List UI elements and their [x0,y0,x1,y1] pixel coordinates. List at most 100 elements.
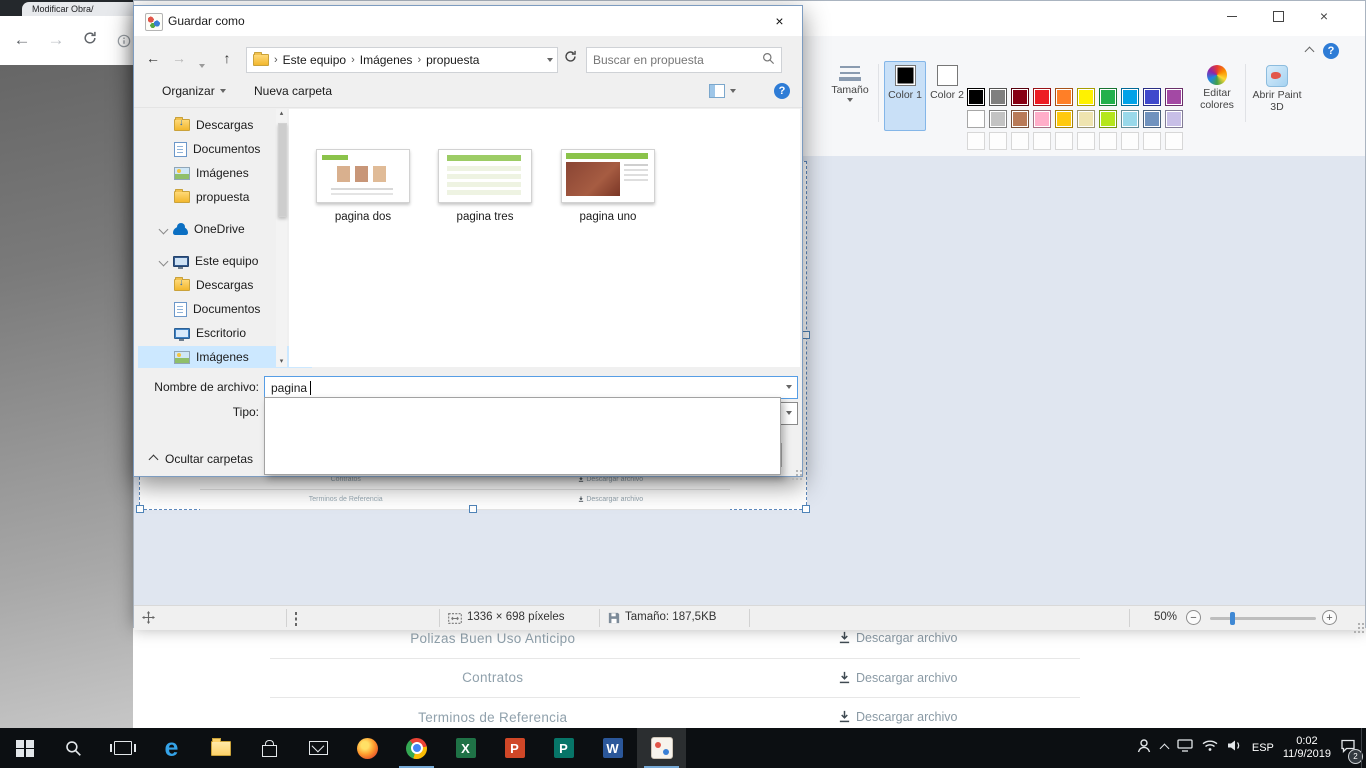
taskbar-paint-button[interactable] [637,728,686,768]
filename-dropdown-icon[interactable] [786,385,792,389]
breadcrumb-item[interactable]: Imágenes [360,53,413,67]
taskbar-chrome-button[interactable] [392,728,441,768]
palette-color-swatch[interactable] [1143,88,1161,106]
wifi-icon[interactable] [1202,739,1218,757]
browser-reload-icon[interactable] [78,28,102,52]
hide-folders-button[interactable]: Ocultar carpetas [150,452,253,466]
taskbar-file-explorer-button[interactable] [196,728,245,768]
nav-history-icon[interactable] [191,55,213,71]
file-item-pagina-tres[interactable]: pagina tres [430,149,540,223]
minimize-button[interactable] [1209,1,1255,31]
search-icon[interactable] [762,52,775,68]
palette-empty-slot[interactable] [1033,132,1051,150]
palette-color-swatch[interactable] [989,110,1007,128]
collapse-ribbon-icon[interactable] [1305,46,1315,56]
palette-color-swatch[interactable] [1077,88,1095,106]
taskbar-word-button[interactable]: W [588,728,637,768]
breadcrumb-item[interactable]: Este equipo [283,53,346,67]
palette-color-swatch[interactable] [1077,110,1095,128]
taskbar-edge-button[interactable]: e [147,728,196,768]
new-folder-button[interactable]: Nueva carpeta [254,84,332,98]
scrollbar-thumb[interactable] [278,123,287,217]
zoom-slider-thumb[interactable] [1230,612,1235,625]
download-link[interactable]: Descargar archivo [716,710,1081,724]
palette-color-swatch[interactable] [1011,110,1029,128]
palette-empty-slot[interactable] [1011,132,1029,150]
taskbar-mail-button[interactable] [294,728,343,768]
palette-empty-slot[interactable] [967,132,985,150]
sidebar-scrollbar[interactable]: ▴ ▾ [276,109,287,367]
palette-empty-slot[interactable] [1077,132,1095,150]
zoom-out-button[interactable]: − [1186,610,1201,625]
expand-icon[interactable] [159,256,169,266]
people-icon[interactable] [1136,738,1152,759]
nav-up-icon[interactable]: ↑ [216,50,238,66]
resize-handle[interactable] [802,505,810,513]
address-dropdown-icon[interactable] [547,58,553,62]
dialog-help-icon[interactable]: ? [774,83,790,99]
organize-button[interactable]: Organizar [162,84,226,98]
palette-color-swatch[interactable] [1165,110,1183,128]
palette-color-swatch[interactable] [1033,110,1051,128]
resize-handle[interactable] [136,505,144,513]
search-input[interactable]: Buscar en propuesta [586,47,782,73]
palette-color-swatch[interactable] [1121,110,1139,128]
taskbar-search-button[interactable] [49,728,98,768]
browser-back-icon[interactable]: ← [10,28,34,52]
hidden-icons-chevron[interactable] [1159,743,1169,753]
dialog-close-button[interactable]: × [757,6,802,36]
close-button[interactable]: × [1301,1,1347,31]
filetype-dropdown-icon[interactable] [786,411,792,415]
palette-color-swatch[interactable] [1121,88,1139,106]
zoom-in-button[interactable]: + [1322,610,1337,625]
taskbar-publisher-button[interactable]: P [539,728,588,768]
file-item-pagina-dos[interactable]: pagina dos [308,149,418,223]
file-item-pagina-uno[interactable]: pagina uno [553,149,663,223]
edit-colors-button[interactable]: Editar colores [1191,61,1243,131]
refresh-icon[interactable] [564,50,577,66]
download-link[interactable]: Descargar archivo [716,671,1081,685]
palette-color-swatch[interactable] [989,88,1007,106]
palette-color-swatch[interactable] [967,110,985,128]
palette-color-swatch[interactable] [1033,88,1051,106]
scroll-up-icon[interactable]: ▴ [276,109,287,119]
palette-empty-slot[interactable] [1121,132,1139,150]
nav-back-icon[interactable]: ← [142,50,164,66]
expand-icon[interactable] [159,224,169,234]
palette-color-swatch[interactable] [1165,88,1183,106]
nav-forward-icon[interactable]: → [168,50,190,66]
scroll-down-icon[interactable]: ▾ [276,357,287,367]
volume-icon[interactable] [1227,739,1243,757]
language-indicator[interactable]: ESP [1252,742,1274,754]
filetype-dropdown-list[interactable] [264,397,781,475]
taskbar-powerpoint-button[interactable]: P [490,728,539,768]
palette-empty-slot[interactable] [1099,132,1117,150]
maximize-button[interactable] [1255,1,1301,31]
palette-color-swatch[interactable] [1143,110,1161,128]
network-icon[interactable] [1177,739,1193,757]
help-icon[interactable]: ? [1323,43,1339,59]
palette-empty-slot[interactable] [1143,132,1161,150]
file-list[interactable]: pagina dos pagina tres pagina uno [289,109,800,367]
palette-color-swatch[interactable] [1055,88,1073,106]
zoom-slider[interactable] [1210,617,1316,620]
palette-empty-slot[interactable] [1055,132,1073,150]
taskbar-store-button[interactable] [245,728,294,768]
color2-button[interactable]: Color 2 [926,61,968,131]
size-button[interactable]: Tamaño [827,61,873,131]
sidebar-item-onedrive[interactable]: OneDrive [138,218,296,240]
show-desktop-button[interactable] [1361,728,1366,768]
palette-empty-slot[interactable] [1165,132,1183,150]
palette-empty-slot[interactable] [989,132,1007,150]
task-view-button[interactable] [98,728,147,768]
dialog-resize-grip[interactable] [796,470,798,472]
start-button[interactable] [0,728,49,768]
color1-button[interactable]: Color 1 [884,61,926,131]
breadcrumb[interactable]: › Este equipo › Imágenes › propuesta [246,47,558,73]
download-link[interactable]: Descargar archivo [716,631,1081,645]
breadcrumb-item[interactable]: propuesta [426,53,479,67]
action-center-icon[interactable]: 2 [1340,738,1356,758]
taskbar-firefox-button[interactable] [343,728,392,768]
open-paint3d-button[interactable]: Abrir Paint 3D [1250,61,1304,131]
palette-color-swatch[interactable] [1055,110,1073,128]
